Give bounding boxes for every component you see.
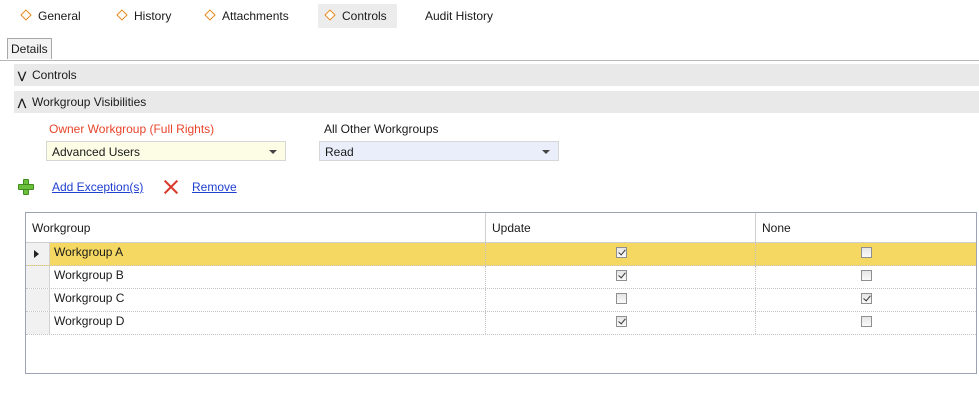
workgroup-name: Workgroup A [50,243,486,265]
dropdown-arrow-icon [269,150,277,154]
section-controls[interactable]: ⋁ Controls [14,64,979,86]
none-checkbox[interactable] [861,247,872,258]
tab-general[interactable]: General [16,4,85,28]
dropdown-arrow-icon [542,150,550,154]
tab-label: Details [11,42,48,56]
table-row[interactable]: Workgroup D [26,312,976,335]
current-row-pointer-icon [34,250,39,258]
workgroup-name: Workgroup C [50,289,486,311]
update-cell [486,289,756,311]
update-cell [486,312,756,334]
table-row[interactable]: Workgroup C [26,289,976,312]
owner-workgroup-dropdown[interactable]: Advanced Users [46,141,286,161]
tab-label: History [134,9,172,23]
none-cell [756,312,976,334]
row-header[interactable] [26,266,50,288]
update-cell [486,243,756,265]
tab-label: Controls [342,9,387,23]
remove-link[interactable]: Remove [192,180,237,194]
other-workgroups-dropdown[interactable]: Read [319,141,559,161]
workgroup-name: Workgroup D [50,312,486,334]
section-title: Controls [32,68,77,82]
tab-label: General [38,9,81,23]
sub-tab-strip: Details [0,34,979,61]
row-header[interactable] [26,243,50,265]
other-workgroups-value: Read [325,145,354,159]
workgroup-grid: Workgroup Update None Workgroup A Workgr… [25,212,977,374]
row-header[interactable] [26,312,50,334]
diamond-icon [204,9,216,21]
column-header-none[interactable]: None [756,213,976,242]
tab-label: Attachments [222,9,289,23]
update-checkbox[interactable] [616,270,627,281]
column-header-update[interactable]: Update [486,213,756,242]
chevron-down-icon: ⋁ [17,71,27,82]
add-exceptions-link[interactable]: Add Exception(s) [52,180,143,194]
owner-workgroup-value: Advanced Users [52,145,141,159]
grid-header: Workgroup Update None [26,213,976,243]
tab-history[interactable]: History [112,4,175,28]
diamond-icon [116,9,128,21]
update-checkbox[interactable] [616,316,627,327]
none-cell [756,289,976,311]
owner-workgroup-label: Owner Workgroup (Full Rights) [49,122,215,136]
none-checkbox[interactable] [861,270,872,281]
update-cell [486,266,756,288]
tab-strip: General History Attachments Controls Aud… [0,0,979,32]
remove-icon[interactable] [163,179,179,195]
section-workgroup-visibilities[interactable]: ⋀ Workgroup Visibilities [14,91,979,113]
tab-attachments[interactable]: Attachments [200,4,293,28]
column-header-workgroup[interactable]: Workgroup [26,213,486,242]
diamond-icon [324,9,336,21]
none-checkbox[interactable] [861,316,872,327]
none-checkbox[interactable] [861,293,872,304]
add-icon[interactable] [17,178,35,196]
tab-details[interactable]: Details [7,38,52,59]
tab-controls[interactable]: Controls [318,4,397,28]
chevron-up-icon: ⋀ [17,98,27,109]
section-title: Workgroup Visibilities [32,95,147,109]
tab-label: Audit History [425,9,494,23]
row-header[interactable] [26,289,50,311]
none-cell [756,243,976,265]
workgroup-name: Workgroup B [50,266,486,288]
update-checkbox[interactable] [616,247,627,258]
diamond-icon [20,9,32,21]
table-row[interactable]: Workgroup A [26,243,976,266]
tab-audit-history[interactable]: Audit History [421,4,497,28]
table-row[interactable]: Workgroup B [26,266,976,289]
none-cell [756,266,976,288]
update-checkbox[interactable] [616,293,627,304]
other-workgroups-label: All Other Workgroups [324,122,439,136]
